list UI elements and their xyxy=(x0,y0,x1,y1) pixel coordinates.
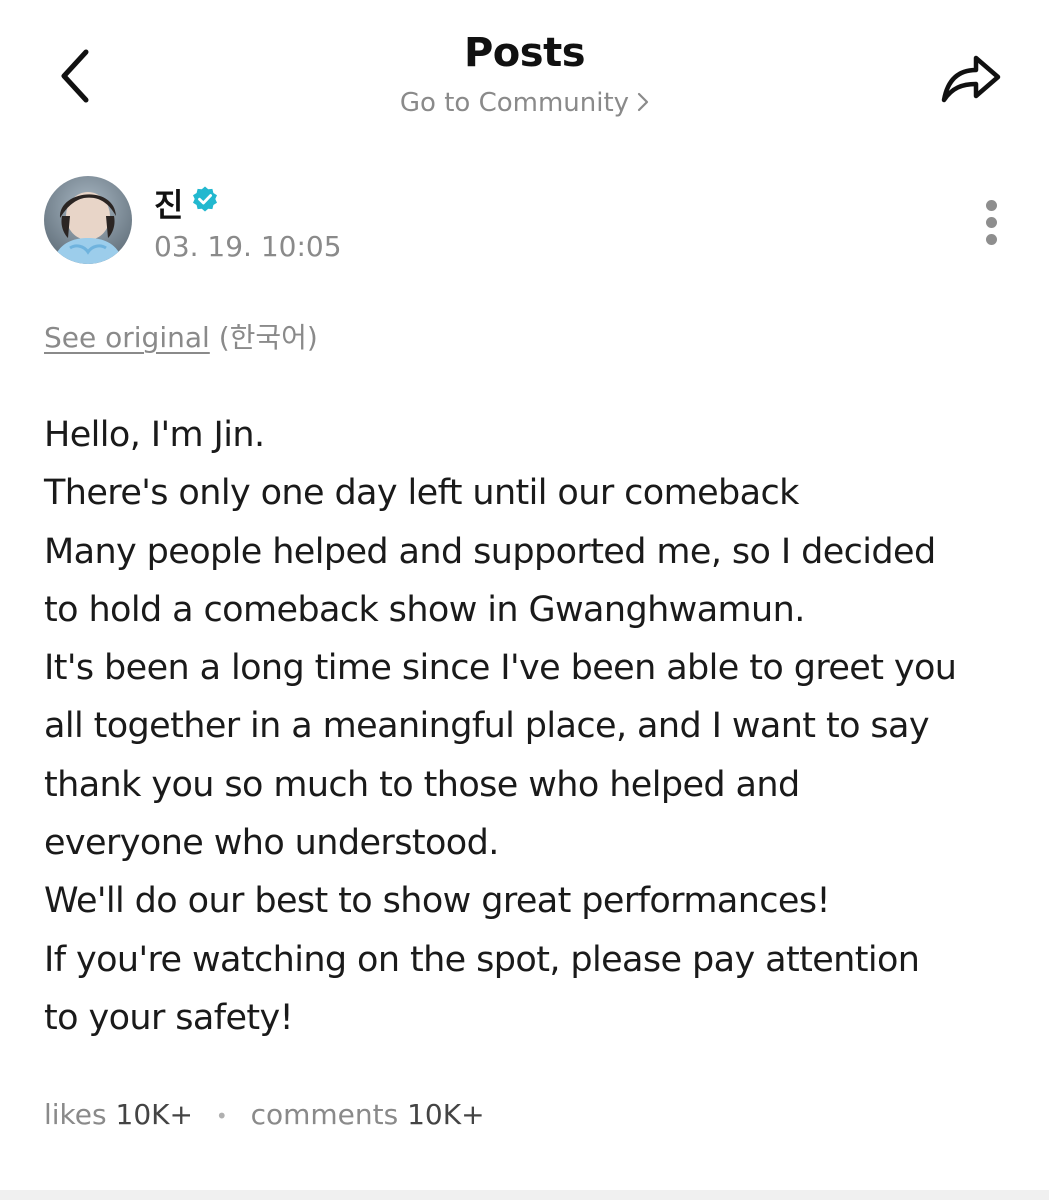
go-to-community-link[interactable]: Go to Community xyxy=(0,88,1049,119)
post-text-line: all together in a meaningful place, and … xyxy=(44,706,930,747)
post-body: Hello, I'm Jin. There's only one day lef… xyxy=(44,406,1004,1047)
top-bar: Posts Go to Community xyxy=(0,0,1049,140)
stats-separator: • xyxy=(215,1104,228,1128)
post-text-line: everyone who understood. xyxy=(44,823,499,864)
post-text-line: Hello, I'm Jin. xyxy=(44,415,265,455)
author-name[interactable]: 진 xyxy=(154,180,183,226)
post-text-line: It's been a long time since I've been ab… xyxy=(44,648,957,689)
page-title: Posts xyxy=(463,30,586,76)
post-text-line: to your safety! xyxy=(44,997,294,1038)
likes-count[interactable]: 10K+ xyxy=(116,1098,193,1131)
section-divider xyxy=(0,1190,1049,1200)
author-avatar[interactable] xyxy=(44,176,132,264)
post-text-line: Many people helped and supported me, so … xyxy=(44,531,936,572)
post-text-line: to hold a comeback show in Gwanghwamun. xyxy=(44,589,805,630)
verified-badge-icon xyxy=(193,186,217,212)
see-original-link[interactable]: See original xyxy=(44,321,210,354)
translation-notice: See original (한국어) xyxy=(44,316,318,356)
more-options-button[interactable] xyxy=(974,194,1010,250)
post-timestamp: 03. 19. 10:05 xyxy=(154,230,342,263)
comments-label[interactable]: comments xyxy=(251,1098,399,1131)
original-language-label: (한국어) xyxy=(218,321,318,354)
share-arrow-icon xyxy=(941,55,1001,103)
post-text-line: We'll do our best to show great performa… xyxy=(44,881,831,922)
share-button[interactable] xyxy=(936,48,1006,108)
post-text-line: There's only one day left until our come… xyxy=(44,473,799,514)
post-author-row: 진 03. 19. 10:05 xyxy=(44,176,1004,268)
go-to-community-label: Go to Community xyxy=(399,88,630,118)
post-stats: likes 10K+ • comments 10K+ xyxy=(44,1098,485,1131)
post-text-line: If you're watching on the spot, please p… xyxy=(44,939,920,980)
likes-label[interactable]: likes xyxy=(44,1098,107,1131)
comments-count[interactable]: 10K+ xyxy=(407,1098,484,1131)
post-text-line: thank you so much to those who helped an… xyxy=(44,764,800,805)
chevron-right-icon xyxy=(637,89,649,119)
